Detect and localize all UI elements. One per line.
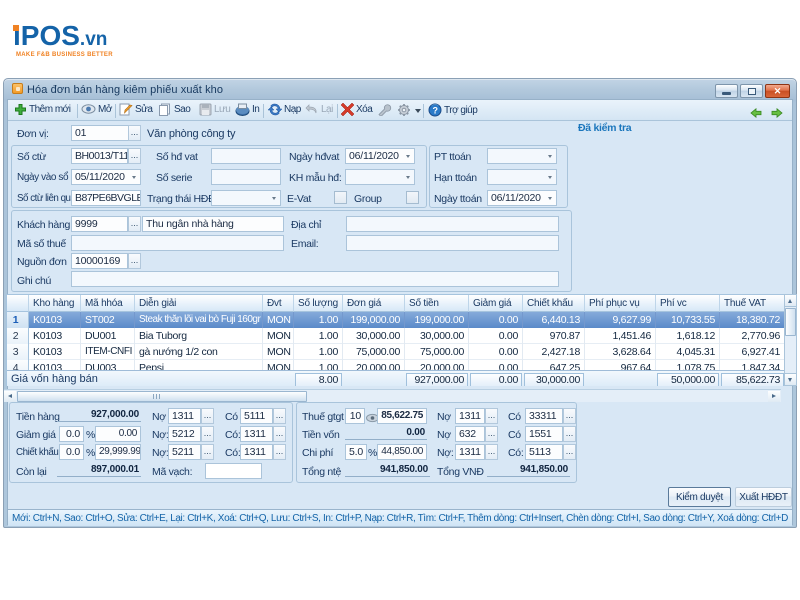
svg-text:?: ? [433, 106, 438, 116]
